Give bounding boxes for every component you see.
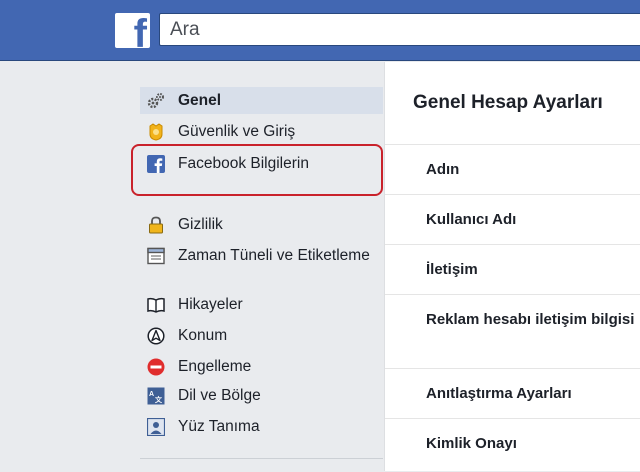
settings-row-identity-confirmation[interactable]: Kimlik Onayı [385, 418, 640, 472]
timeline-icon [147, 247, 165, 265]
sidebar-item-label: Dil ve Bölge [178, 387, 261, 404]
logo-letter: f [133, 13, 147, 48]
sidebar-divider [140, 458, 383, 459]
settings-row-label: İletişim [426, 261, 478, 278]
language-icon: A 文 [147, 387, 165, 405]
sidebar-item-general[interactable]: Genel [140, 87, 383, 114]
settings-row-username[interactable]: Kullanıcı Adı [385, 194, 640, 245]
settings-row-memorialization[interactable]: Anıtlaştırma Ayarları [385, 368, 640, 419]
sidebar-item-label: Zaman Tüneli ve Etiketleme [178, 247, 370, 264]
sidebar-item-face-recognition[interactable]: Yüz Tanıma [140, 413, 383, 440]
gears-icon [147, 93, 164, 109]
settings-row-label: Reklam hesabı iletişim bilgisi [426, 311, 635, 328]
sidebar-item-privacy[interactable]: Gizlilik [140, 211, 383, 238]
facebook-logo-icon[interactable]: f [115, 13, 150, 48]
location-icon [147, 327, 165, 345]
badge-icon [149, 123, 163, 141]
sidebar-item-timeline[interactable]: Zaman Tüneli ve Etiketleme [140, 242, 383, 288]
top-bar: f Ara [0, 0, 640, 61]
sidebar-item-language[interactable]: A 文 Dil ve Bölge [140, 382, 383, 409]
sidebar-item-label: Gizlilik [178, 216, 223, 233]
block-icon [147, 358, 165, 376]
settings-row-label: Kullanıcı Adı [426, 211, 517, 228]
sidebar-item-stories[interactable]: Hikayeler [140, 291, 383, 318]
settings-row-label: Kimlik Onayı [426, 435, 517, 452]
settings-row-ad-account-contact[interactable]: Reklam hesabı iletişim bilgisi [385, 294, 640, 369]
sidebar-item-label: Konum [178, 327, 228, 344]
sidebar-item-label: Hikayeler [178, 296, 243, 313]
book-icon [147, 297, 165, 313]
sidebar-item-location[interactable]: Konum [140, 322, 383, 349]
settings-row-label: Adın [426, 161, 460, 178]
sidebar-item-blocking[interactable]: Engelleme [140, 353, 383, 380]
settings-row-contact[interactable]: İletişim [385, 244, 640, 295]
highlight-annotation [131, 144, 383, 196]
sidebar-item-label: Yüz Tanıma [178, 418, 260, 435]
sidebar-item-label: Engelleme [178, 358, 252, 375]
lock-icon [149, 216, 163, 234]
search-input[interactable]: Ara [159, 13, 640, 46]
svg-text:A: A [149, 391, 154, 398]
face-icon [147, 418, 165, 436]
sidebar-item-label: Genel [178, 92, 222, 109]
sidebar-item-label: Güvenlik ve Giriş [178, 123, 296, 140]
page-title: Genel Hesap Ayarları [413, 92, 603, 113]
settings-row-label: Anıtlaştırma Ayarları [426, 385, 572, 402]
general-settings-panel: Genel Hesap Ayarları Adın Kullanıcı Adı … [384, 62, 640, 471]
svg-text:文: 文 [155, 395, 163, 404]
sidebar-item-security[interactable]: Güvenlik ve Giriş [140, 118, 383, 145]
settings-row-name[interactable]: Adın [385, 144, 640, 195]
